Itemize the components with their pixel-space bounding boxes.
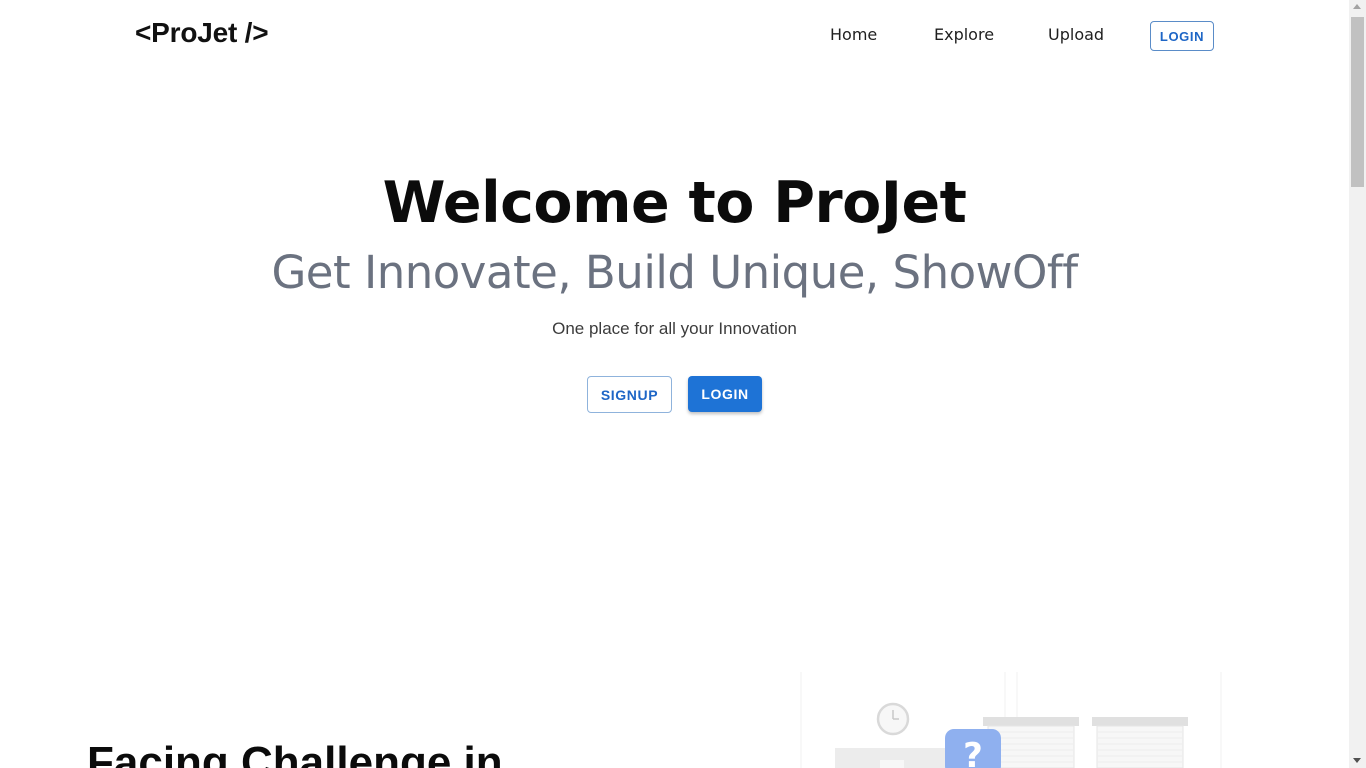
- section-heading: Facing Challenge in: [87, 738, 503, 768]
- hero-subtitle: Get Innovate, Build Unique, ShowOff: [271, 246, 1078, 299]
- brand-logo[interactable]: <ProJet />: [135, 17, 269, 49]
- clock-icon: [876, 702, 910, 736]
- hero-title: Welcome to ProJet: [382, 170, 967, 236]
- scroll-down-arrow-icon[interactable]: [1353, 758, 1361, 763]
- login-button[interactable]: LOGIN: [688, 376, 762, 412]
- page: <ProJet /> Home Explore Upload LOGIN Wel…: [0, 0, 1349, 768]
- nav-link-home[interactable]: Home: [830, 25, 877, 44]
- navbar: <ProJet /> Home Explore Upload LOGIN: [0, 0, 1349, 72]
- hero-tagline: One place for all your Innovation: [552, 319, 797, 338]
- challenge-illustration: ?: [800, 672, 1222, 768]
- vertical-scrollbar[interactable]: [1349, 0, 1366, 768]
- scroll-up-arrow-icon[interactable]: [1353, 4, 1361, 9]
- question-mark-icon: ?: [945, 729, 1001, 768]
- nav-link-upload[interactable]: Upload: [1048, 25, 1104, 44]
- scrollbar-thumb[interactable]: [1351, 17, 1364, 187]
- signup-button[interactable]: SIGNUP: [587, 376, 672, 413]
- nav-link-explore[interactable]: Explore: [934, 25, 994, 44]
- question-mark-text: ?: [963, 736, 983, 768]
- window-blinds-right: [1092, 717, 1188, 768]
- nav-login-button[interactable]: LOGIN: [1150, 21, 1214, 51]
